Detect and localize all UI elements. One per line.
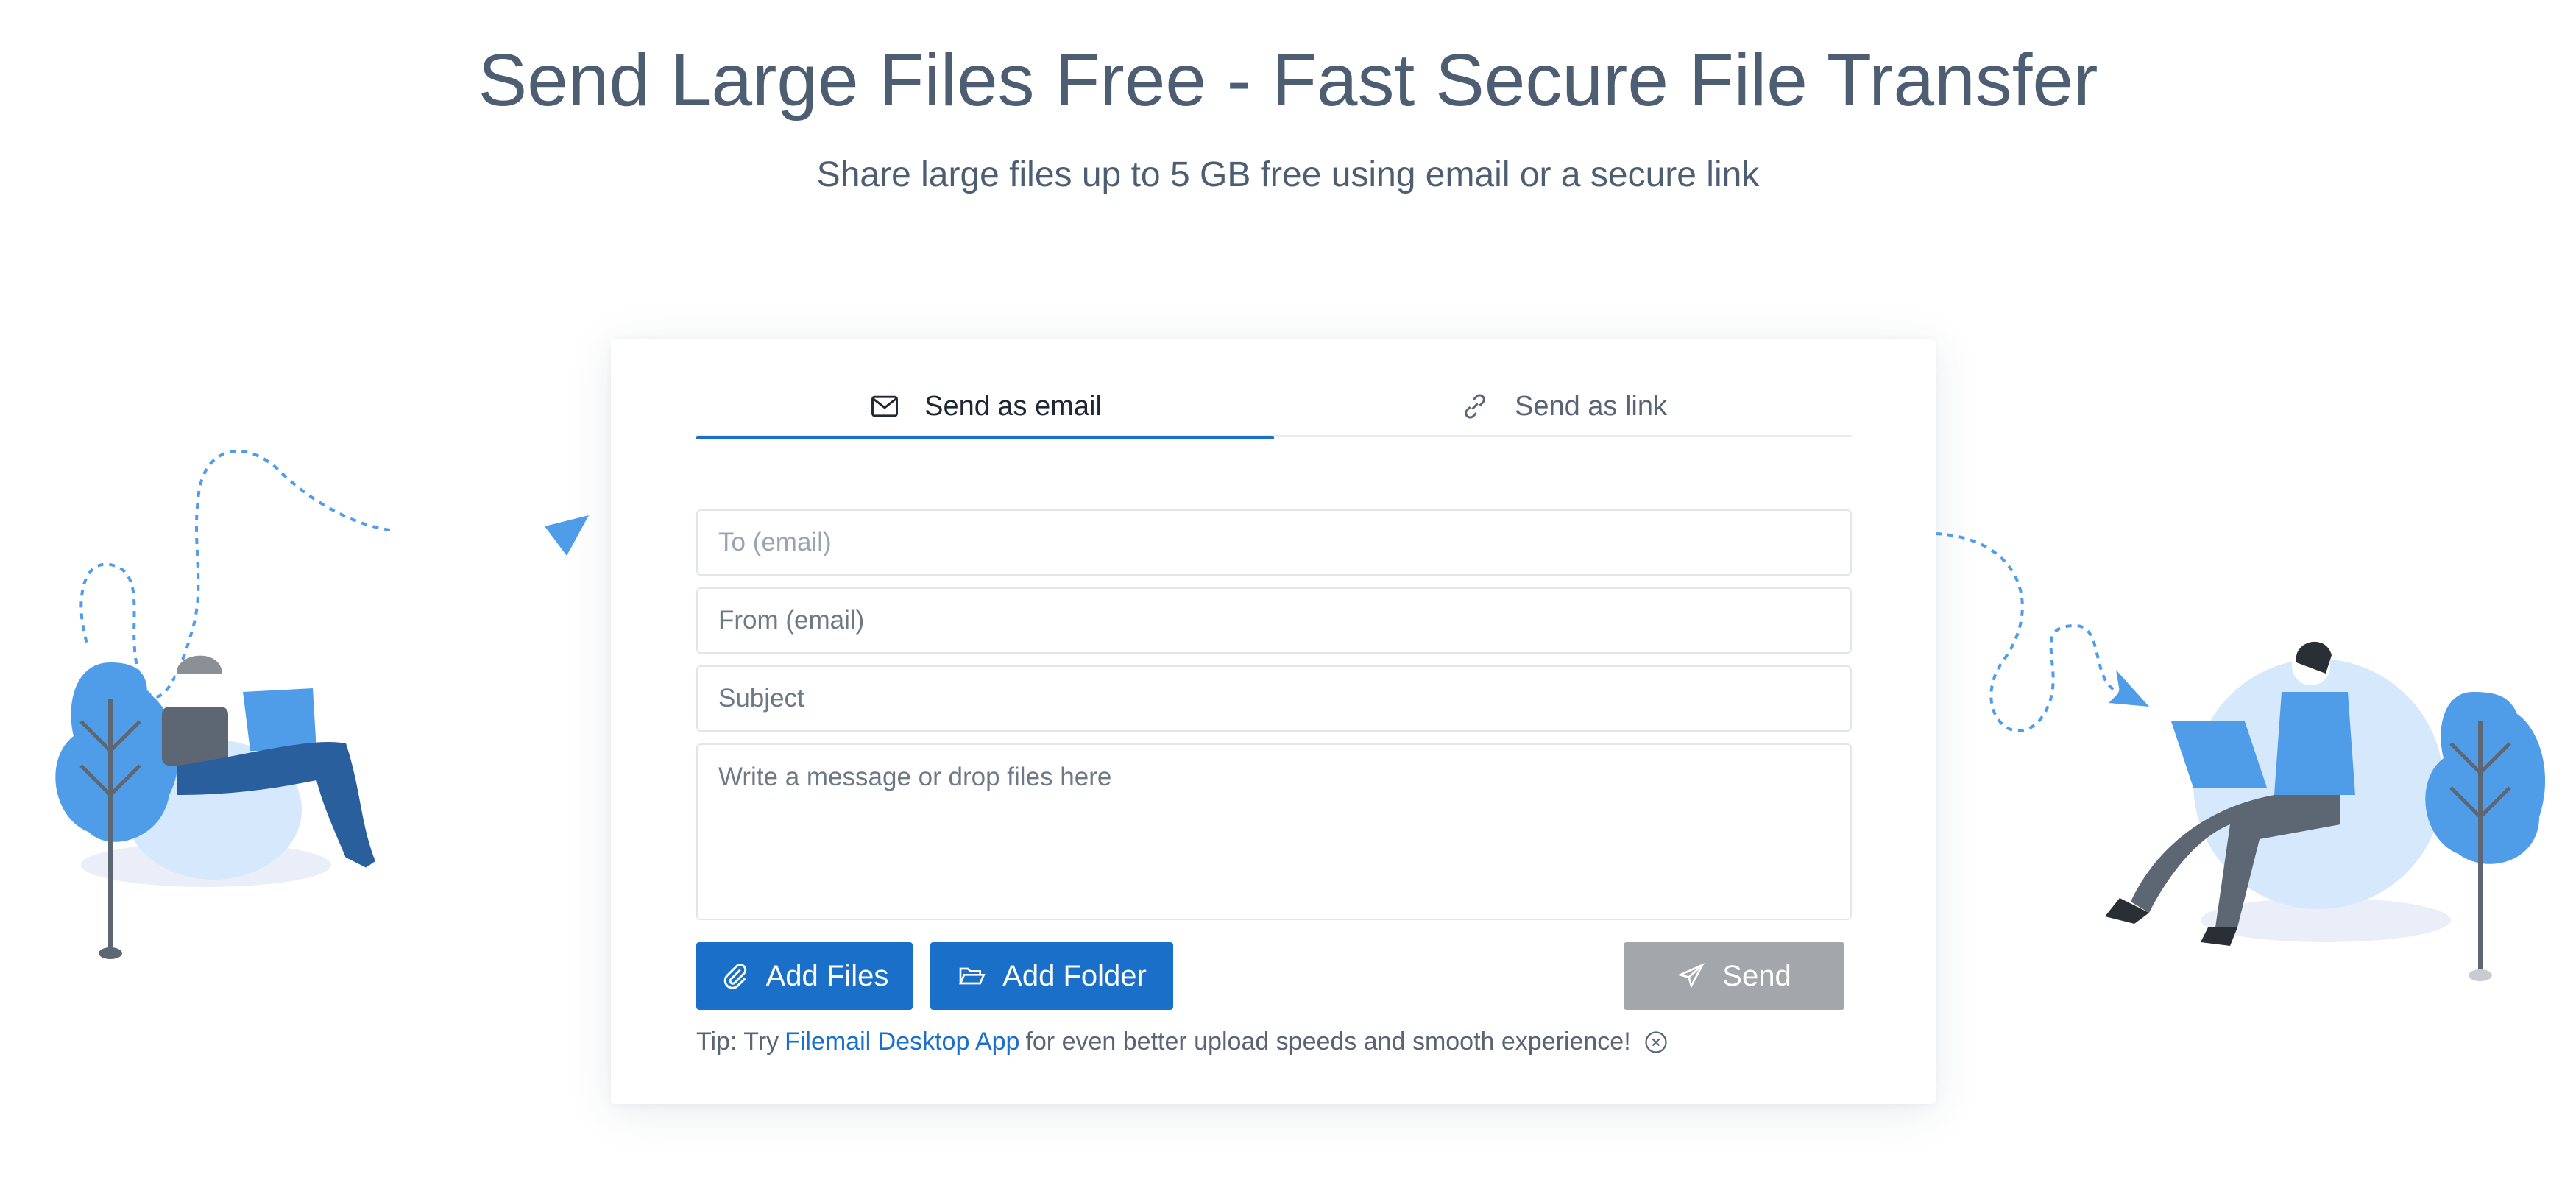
tab-send-as-email[interactable]: Send as email [696,375,1274,439]
tip-banner: Tip: Try Filemail Desktop App for even b… [696,1028,1669,1056]
tip-suffix: for even better upload speeds and smooth… [1025,1028,1631,1056]
message-field[interactable] [696,743,1852,920]
tab-label: Send as email [924,390,1102,422]
add-folder-button[interactable]: Add Folder [930,942,1173,1010]
subject-field[interactable] [696,665,1852,732]
desktop-app-link[interactable]: Filemail Desktop App [785,1028,1019,1056]
to-email-field[interactable] [696,509,1852,576]
sender-illustration [55,449,589,959]
send-label: Send [1722,959,1791,992]
page-subtitle: Share large files up to 5 GB free using … [816,155,1760,194]
envelope-icon [871,395,899,417]
add-files-label: Add Files [765,959,889,992]
folder-open-icon [959,967,986,985]
page-title: Send Large Files Free - Fast Secure File… [478,39,2098,121]
tip-prefix: Tip: Try [696,1028,779,1056]
active-tab-indicator [696,436,1274,439]
close-icon[interactable] [1643,1029,1669,1056]
tab-bar: Send as email Send as link [696,375,1852,439]
tab-label: Send as link [1514,390,1667,422]
transfer-card: Send as email Send as link Add Files Add… [611,339,1936,1104]
link-icon [1465,394,1485,419]
from-email-field[interactable] [696,587,1852,654]
receiver-illustration [1935,532,2546,981]
paperclip-icon [723,964,746,989]
add-folder-label: Add Folder [1002,959,1147,992]
paper-plane-icon [1677,963,1705,989]
send-button[interactable]: Send [1624,942,1844,1010]
add-files-button[interactable]: Add Files [696,942,913,1010]
tab-send-as-link[interactable]: Send as link [1274,375,1852,437]
